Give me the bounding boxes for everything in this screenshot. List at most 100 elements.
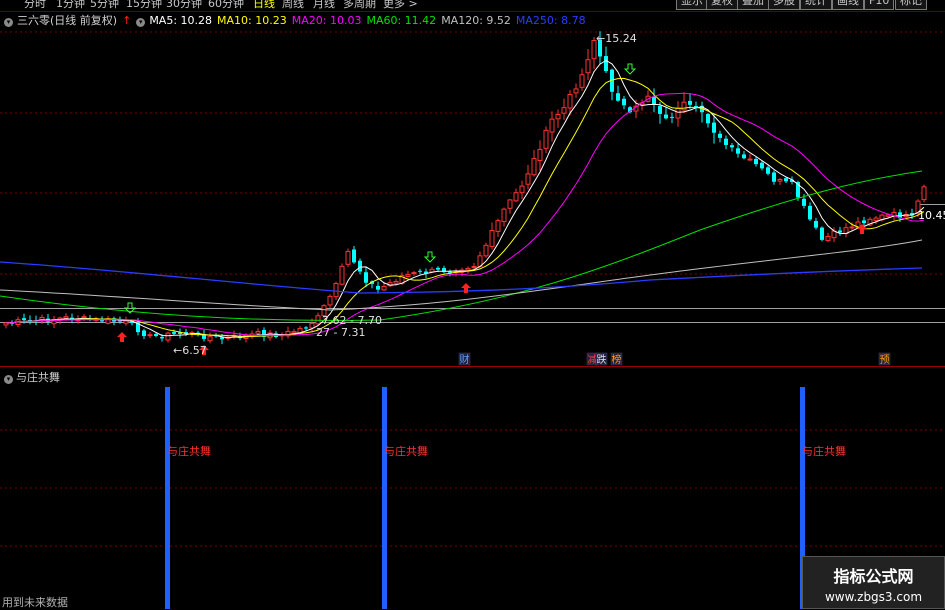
candle-body bbox=[561, 107, 567, 114]
candle-body bbox=[681, 101, 687, 111]
candle-body bbox=[724, 138, 728, 145]
ma120-line bbox=[0, 239, 923, 311]
indicator-title: ▾ 与庄共舞 bbox=[4, 369, 60, 385]
candle-body bbox=[730, 145, 734, 148]
candle-body bbox=[555, 114, 561, 120]
candle-body bbox=[549, 118, 555, 133]
candle-body bbox=[694, 106, 698, 108]
candle-body bbox=[142, 330, 146, 337]
candle-body bbox=[862, 220, 866, 224]
candle-body bbox=[537, 148, 543, 161]
candle-body bbox=[616, 93, 620, 101]
candle-body bbox=[712, 122, 716, 133]
candle-body bbox=[22, 318, 26, 320]
candle-body bbox=[760, 162, 764, 169]
candle-body bbox=[489, 229, 495, 247]
signal-bar bbox=[382, 387, 387, 609]
candle-body bbox=[658, 106, 662, 114]
candle-body bbox=[885, 214, 891, 217]
candle-body bbox=[483, 244, 489, 257]
candle-body bbox=[622, 98, 626, 106]
candle-body bbox=[63, 316, 69, 319]
candle-body bbox=[345, 250, 351, 265]
candle-body bbox=[567, 94, 573, 109]
candle-body bbox=[405, 274, 411, 277]
candle-body bbox=[393, 281, 399, 284]
candle-body bbox=[339, 265, 345, 285]
candle-body bbox=[327, 295, 333, 306]
indicator-name: 与庄共舞 bbox=[16, 371, 60, 384]
candle-body bbox=[718, 133, 722, 138]
candlestick-chart[interactable]: ←15.24←6.5710.457.62 - 7.7027 - 7.31财减跌榜… bbox=[0, 0, 945, 609]
candle-body bbox=[418, 270, 422, 272]
event-marker-label: 预 bbox=[880, 354, 890, 366]
candle-body bbox=[364, 272, 368, 283]
candle-body bbox=[604, 56, 608, 72]
candle-body bbox=[309, 322, 315, 329]
candle-body bbox=[706, 114, 710, 124]
collapse-icon[interactable]: ▾ bbox=[4, 375, 13, 384]
candle-body bbox=[291, 331, 297, 334]
candle-body bbox=[688, 100, 692, 105]
candle-body bbox=[465, 267, 471, 271]
candle-body bbox=[772, 172, 776, 182]
candle-body bbox=[376, 285, 380, 290]
candle-body bbox=[838, 230, 842, 233]
candle-body bbox=[585, 59, 591, 74]
candle-body bbox=[579, 74, 585, 88]
candle-body bbox=[675, 107, 681, 119]
ma250-line bbox=[0, 261, 923, 294]
candle-body bbox=[802, 198, 806, 206]
candle-body bbox=[525, 173, 531, 185]
ma10-line bbox=[6, 77, 925, 337]
candle-body bbox=[531, 158, 537, 176]
candle-body bbox=[333, 283, 339, 298]
buy-arrow-icon bbox=[117, 332, 127, 342]
candle-body bbox=[358, 260, 362, 272]
candle-body bbox=[808, 205, 812, 220]
candle-body bbox=[754, 158, 758, 165]
watermark: 指标公式网 www.zbgs3.com bbox=[802, 556, 945, 609]
candle-body bbox=[784, 178, 788, 182]
candle-body bbox=[315, 315, 321, 325]
sell-arrow-icon bbox=[423, 251, 437, 263]
last-price-label: 10.45 bbox=[918, 209, 945, 222]
signal-label: 与庄共舞 bbox=[384, 444, 428, 458]
candle-body bbox=[652, 96, 656, 105]
sell-arrow-icon bbox=[623, 63, 637, 75]
candle-body bbox=[777, 178, 783, 182]
candle-body bbox=[381, 285, 387, 291]
candle-body bbox=[165, 332, 171, 341]
event-marker-label: 财 bbox=[460, 353, 470, 366]
candle-body bbox=[742, 154, 746, 159]
candle-body bbox=[519, 185, 525, 194]
candle-body bbox=[814, 221, 818, 228]
candle-body bbox=[471, 265, 477, 268]
high-price-label: ←15.24 bbox=[596, 32, 637, 45]
watermark-url: www.zbgs3.com bbox=[824, 590, 923, 604]
candle-body bbox=[747, 158, 753, 161]
watermark-title: 指标公式网 bbox=[833, 567, 914, 586]
candle-body bbox=[495, 220, 501, 232]
candle-body bbox=[513, 192, 519, 202]
candle-body bbox=[573, 88, 579, 94]
candle-body bbox=[670, 116, 674, 118]
event-marker-label: 榜 bbox=[612, 353, 622, 366]
candle-body bbox=[429, 268, 435, 273]
signal-bar bbox=[165, 387, 170, 609]
candle-body bbox=[543, 129, 549, 149]
ma5-line bbox=[6, 59, 925, 339]
candle-body bbox=[207, 336, 213, 342]
candle-body bbox=[160, 336, 164, 339]
signal-label: 与庄共舞 bbox=[802, 444, 846, 458]
candle-body bbox=[501, 208, 507, 223]
candle-body bbox=[411, 272, 417, 275]
candle-body bbox=[154, 334, 158, 336]
candle-body bbox=[304, 327, 308, 329]
candle-body bbox=[352, 249, 356, 263]
candle-body bbox=[507, 199, 513, 209]
candle-body bbox=[820, 227, 824, 240]
candle-body bbox=[921, 186, 927, 201]
signal-label: 与庄共舞 bbox=[167, 444, 211, 458]
event-marker-label: 跌 bbox=[597, 353, 607, 366]
